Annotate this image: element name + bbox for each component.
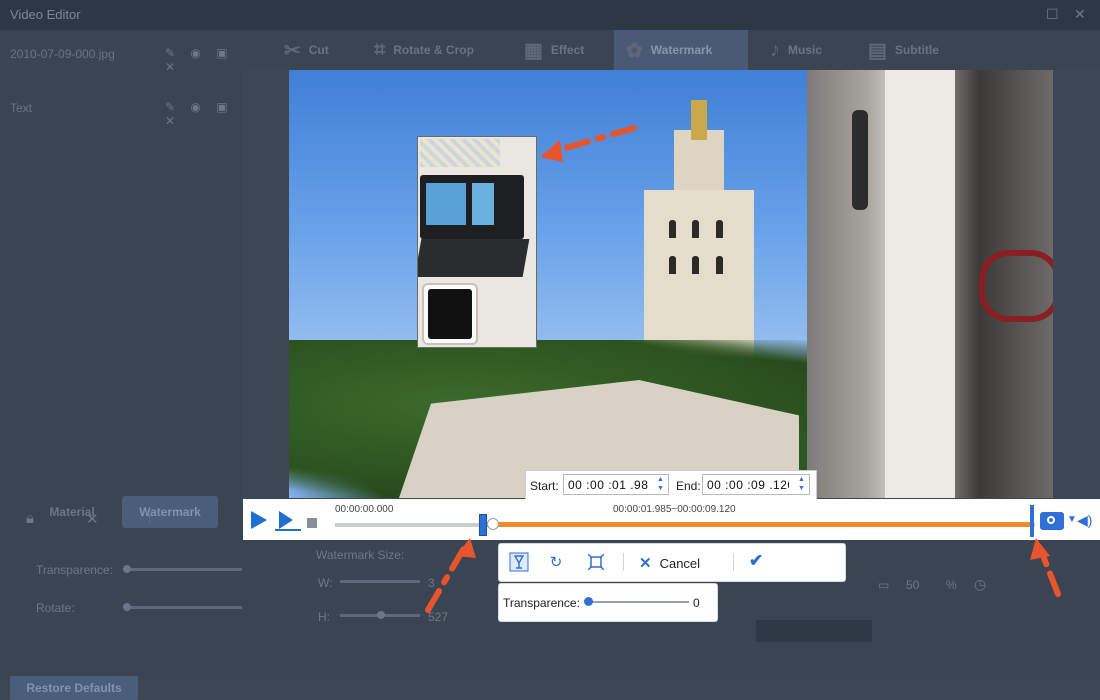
arrowhead <box>456 538 476 558</box>
arrowhead <box>540 140 563 162</box>
arrowhead <box>1030 538 1050 560</box>
arrow-to-watermark <box>549 125 637 155</box>
annotation-arrows <box>425 125 1061 613</box>
arrow-to-start-handle <box>425 545 467 613</box>
